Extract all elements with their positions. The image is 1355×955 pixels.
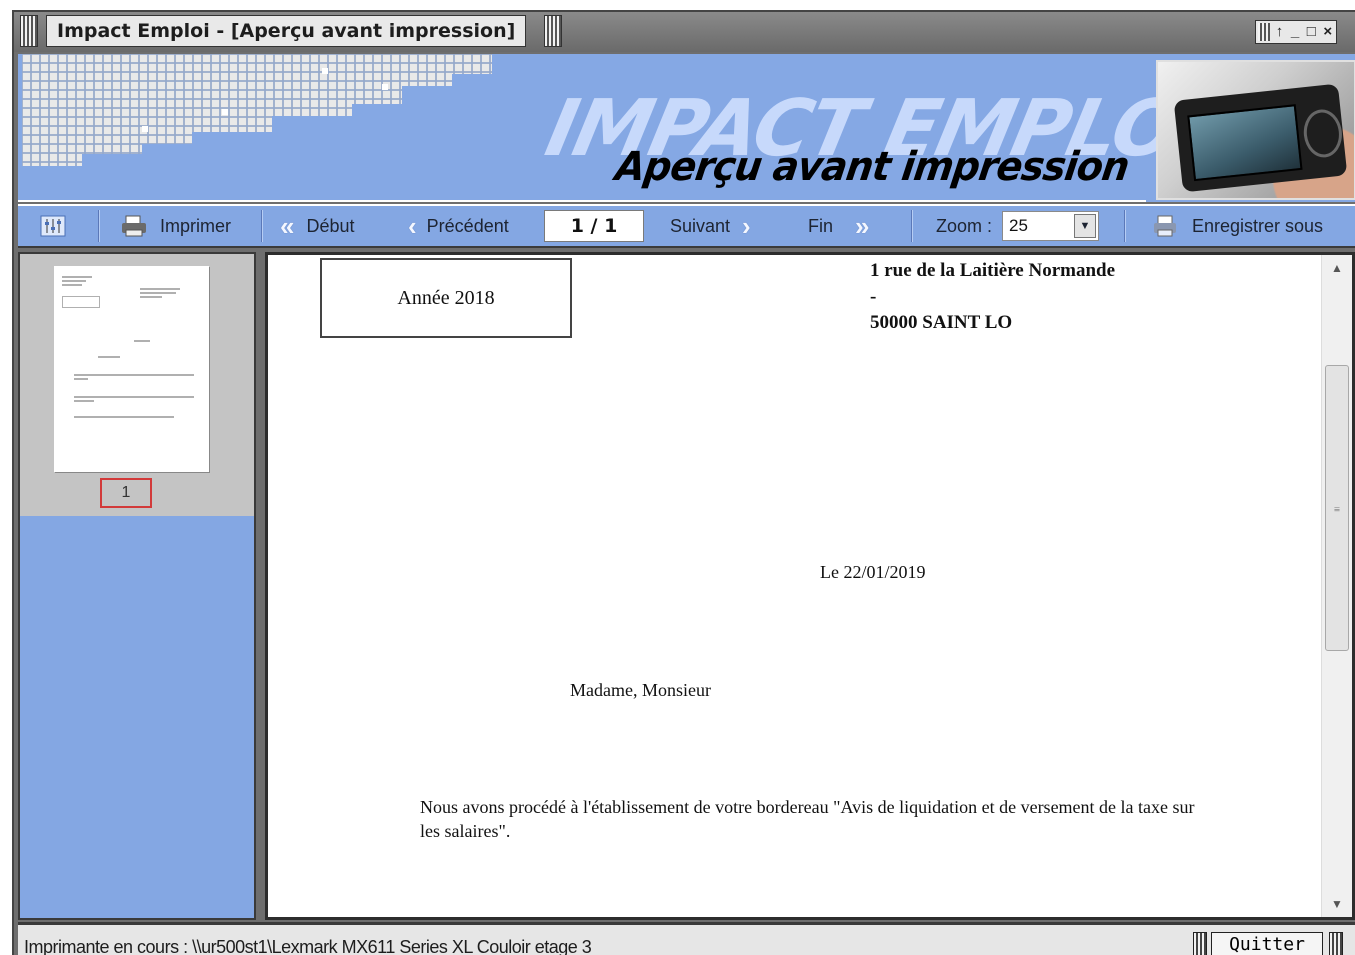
page-indicator: 1 / 1 [544, 210, 644, 242]
save-as-label: Enregistrer sous [1192, 215, 1324, 236]
last-page-button[interactable]: Fin » [808, 206, 869, 246]
save-as-button[interactable]: Enregistrer sous [1152, 206, 1323, 246]
banner-subtitle: Aperçu avant impression [612, 144, 1132, 190]
quit-grip-right [1329, 932, 1343, 955]
preview-toolbar: Imprimer « Début ‹ Précédent 1 / 1 Suiva… [18, 204, 1355, 248]
chevron-right-icon: › [742, 210, 751, 241]
window-controls: ↑ _ □ × [1255, 20, 1337, 44]
device-photo [1156, 60, 1355, 200]
thumbnail-pane: 1 [18, 252, 256, 920]
settings-button[interactable] [40, 206, 66, 246]
printer-status: Imprimante en cours : \\ur500st1\Lexmark… [24, 937, 592, 955]
device-image [1173, 83, 1348, 193]
chevron-down-icon[interactable]: ▼ [1074, 214, 1096, 238]
previous-label: Précédent [426, 215, 509, 236]
controls-grip [1258, 23, 1270, 41]
device-screen [1187, 104, 1303, 182]
first-label: Début [306, 215, 355, 236]
page-thumbnail[interactable] [54, 266, 209, 472]
letter-body-line-1: Nous avons procédé à l'établissement de … [420, 797, 1195, 817]
title-bar: Impact Emploi - [Aperçu avant impression… [14, 12, 1355, 52]
restore-up-icon[interactable]: ↑ [1276, 22, 1284, 42]
print-button[interactable]: Imprimer [120, 206, 231, 246]
previous-page-button[interactable]: ‹ Précédent [408, 206, 509, 246]
double-chevron-left-icon: « [280, 210, 295, 241]
thumbnail-strip: 1 [20, 254, 254, 516]
next-page-button[interactable]: Suivant › [670, 206, 751, 246]
zoom-label: Zoom : [936, 215, 993, 236]
app-banner: IMPACT EMPLOI Aperçu avant impression [18, 54, 1355, 202]
year-box: Année 2018 [320, 258, 572, 338]
toolbar-separator [911, 210, 913, 242]
double-chevron-right-icon: » [855, 210, 870, 241]
vertical-scrollbar[interactable]: ▲ ≡ ▼ [1321, 255, 1352, 917]
chevron-left-icon: ‹ [408, 210, 417, 241]
document-preview: Année 2018 1 rue de la Laitière Normande… [265, 252, 1355, 920]
minimize-icon[interactable]: _ [1291, 22, 1299, 42]
toolbar-separator [261, 210, 263, 242]
letter-body-line-2: les salaires". [420, 821, 511, 841]
title-grip-right[interactable] [544, 15, 562, 47]
scroll-up-icon[interactable]: ▲ [1322, 255, 1352, 281]
settings-icon [40, 215, 66, 237]
title-grip-left[interactable] [20, 15, 38, 47]
app-window: Impact Emploi - [Aperçu avant impression… [12, 10, 1355, 955]
close-icon[interactable]: × [1323, 22, 1332, 42]
quit-grip-left [1193, 932, 1207, 955]
address-line-2: - [870, 286, 877, 307]
window-title: Impact Emploi - [Aperçu avant impression… [46, 15, 527, 47]
letter-date: Le 22/01/2019 [820, 562, 926, 582]
save-printer-icon [1154, 215, 1176, 237]
address-line-3: 50000 SAINT LO [870, 312, 1013, 333]
device-dial [1301, 107, 1345, 160]
status-bar: Imprimante en cours : \\ur500st1\Lexmark… [18, 922, 1355, 955]
printer-icon [122, 215, 146, 237]
maximize-icon[interactable]: □ [1307, 22, 1316, 42]
letter-salutation: Madame, Monsieur [570, 680, 711, 700]
zoom-value: 25 [1009, 216, 1028, 235]
quit-button[interactable]: Quitter [1211, 932, 1323, 955]
banner-divider [18, 200, 1146, 202]
last-label: Fin [808, 215, 834, 236]
scroll-thumb[interactable]: ≡ [1325, 365, 1349, 651]
print-label: Imprimer [160, 215, 231, 236]
mosaic-decoration [22, 54, 492, 166]
address-line-1: 1 rue de la Laitière Normande [870, 260, 1116, 281]
first-page-button[interactable]: « Début [280, 206, 355, 246]
scroll-down-icon[interactable]: ▼ [1322, 891, 1352, 917]
next-label: Suivant [670, 215, 731, 236]
toolbar-separator [1124, 210, 1126, 242]
toolbar-separator [98, 210, 100, 242]
thumbnail-page-number[interactable]: 1 [100, 478, 152, 508]
zoom-select[interactable]: 25 ▼ [1002, 211, 1099, 241]
scroll-grip-icon: ≡ [1333, 504, 1341, 516]
